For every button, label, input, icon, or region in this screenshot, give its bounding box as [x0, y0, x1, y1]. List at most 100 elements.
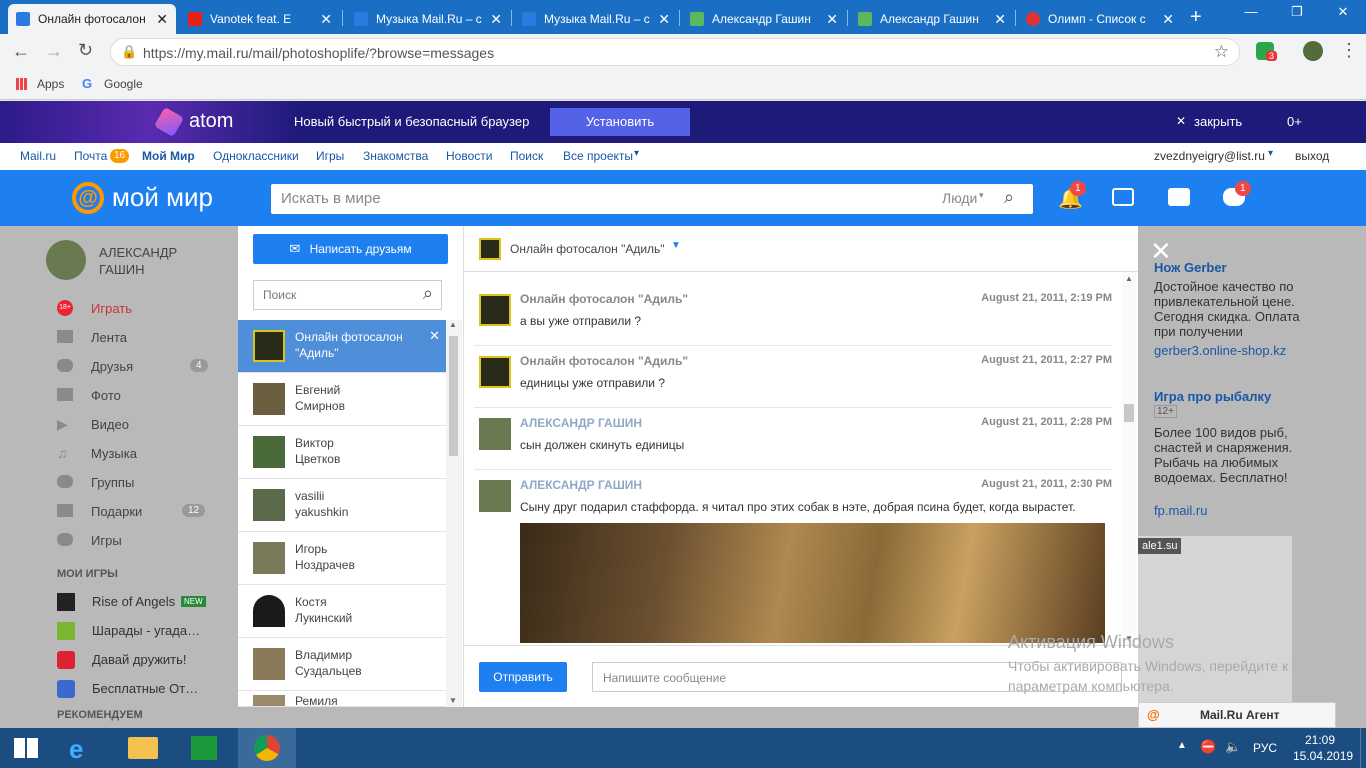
nav-ok[interactable]: Одноклассники — [213, 149, 299, 163]
message-author[interactable]: АЛЕКСАНДР ГАШИН — [520, 478, 642, 492]
window-close-icon[interactable]: ✕ — [1320, 0, 1366, 30]
nav-mailru[interactable]: Mail.ru — [20, 149, 56, 163]
search-scope-select[interactable]: Люди — [942, 190, 977, 206]
nav-news[interactable]: Новости — [446, 149, 492, 163]
message-author[interactable]: Онлайн фотосалон "Адиль" — [520, 354, 688, 368]
volume-icon[interactable]: 🔈 — [1225, 739, 1241, 755]
tray-chevron-icon[interactable]: ▲ — [1177, 740, 1187, 751]
banner-close-icon[interactable]: ✕ — [1176, 114, 1186, 128]
forward-arrow-icon[interactable]: → — [45, 41, 63, 62]
ad-fishing-title[interactable]: Игра про рыбалку — [1154, 389, 1271, 404]
tab-music-2[interactable]: Музыка Mail.Ru – с ✕ — [514, 4, 678, 34]
ad-fishing-link[interactable]: fp.mail.ru — [1154, 503, 1207, 518]
nav-groups[interactable]: Группы — [91, 475, 134, 490]
scroll-up-icon[interactable]: ▲ — [1125, 274, 1133, 283]
tab-online-photosalon[interactable]: Онлайн фотосалон ✕ — [8, 4, 176, 34]
search-input[interactable]: Искать в мире — [281, 190, 381, 207]
contact-item[interactable]: Ремиля — [238, 691, 446, 707]
new-tab-plus-icon[interactable]: + — [1190, 6, 1202, 29]
nav-video[interactable]: Видео — [91, 417, 129, 432]
contact-item[interactable]: vasilii yakushkin — [238, 479, 446, 532]
ad-gerber-link[interactable]: gerber3.online-shop.kz — [1154, 343, 1286, 358]
game-davay-druzhit[interactable]: Давай дружить! — [92, 652, 187, 667]
install-button[interactable]: Установить — [550, 108, 690, 136]
url-bar[interactable]: 🔒 https://my.mail.ru/mail/photoshoplife/… — [110, 38, 1240, 66]
reload-icon[interactable]: ↻ — [78, 40, 93, 61]
tab-vanotek[interactable]: Vanotek feat. E ✕ — [180, 4, 340, 34]
tab-close-icon[interactable]: ✕ — [994, 11, 1006, 28]
nav-photo[interactable]: Фото — [91, 388, 121, 403]
game-rise-of-angels[interactable]: Rise of Angels — [92, 594, 175, 609]
tab-close-icon[interactable]: ✕ — [320, 11, 332, 28]
tab-music-1[interactable]: Музыка Mail.Ru – с ✕ — [346, 4, 510, 34]
user-avatar[interactable] — [46, 240, 86, 280]
windows-start-icon[interactable] — [0, 728, 58, 768]
extension-icon[interactable]: 3 — [1256, 42, 1278, 61]
contact-item[interactable]: Евгений Смирнов — [238, 373, 446, 426]
message-author[interactable]: Онлайн фотосалон "Адиль" — [520, 292, 688, 306]
network-icon[interactable]: ⛔ — [1200, 739, 1216, 755]
game-sharady[interactable]: Шарады - угада… — [92, 623, 200, 638]
nav-music[interactable]: Музыка — [91, 446, 137, 461]
nav-friends[interactable]: Друзья — [91, 359, 133, 374]
world-search[interactable]: Искать в мире Люди ▾ ⌕ — [271, 184, 1033, 214]
messages-icon[interactable] — [1168, 188, 1190, 206]
chrome-taskbar-icon[interactable] — [238, 728, 296, 768]
tab-olimp[interactable]: Олимп - Список с ✕ — [1018, 4, 1182, 34]
mail-agent-bar[interactable]: @ Mail.Ru Агент — [1138, 702, 1336, 728]
back-arrow-icon[interactable]: ← — [12, 41, 30, 62]
scroll-up-icon[interactable]: ▲ — [449, 320, 457, 329]
nav-games[interactable]: Игры — [316, 149, 344, 163]
internet-explorer-icon[interactable]: e — [55, 728, 113, 768]
clock-time[interactable]: 21:09 — [1305, 733, 1335, 747]
moymir-logo-text[interactable]: мой мир — [112, 182, 213, 213]
ad-gerber-title[interactable]: Нож Gerber — [1154, 260, 1227, 275]
nav-mail[interactable]: Почта — [74, 149, 107, 163]
send-button[interactable]: Отправить — [479, 662, 567, 692]
close-icon[interactable]: ✕ — [429, 328, 440, 344]
contact-item[interactable]: Костя Лукинский — [238, 585, 446, 638]
minimize-icon[interactable]: — — [1228, 0, 1274, 30]
tab-close-icon[interactable]: ✕ — [658, 11, 670, 28]
message-author[interactable]: АЛЕКСАНДР ГАШИН — [520, 416, 642, 430]
nav-feed[interactable]: Лента — [91, 330, 127, 345]
clock-date[interactable]: 15.04.2019 — [1293, 749, 1353, 763]
profile-avatar[interactable] — [1303, 41, 1323, 61]
nav-gifts[interactable]: Подарки — [91, 504, 142, 519]
tab-close-icon[interactable]: ✕ — [156, 11, 168, 28]
chat-title[interactable]: Онлайн фотосалон "Адиль" — [510, 242, 665, 256]
nav-search[interactable]: Поиск — [510, 149, 543, 163]
nav-moy-mir[interactable]: Мой Мир — [142, 149, 195, 163]
tab-close-icon[interactable]: ✕ — [1162, 11, 1174, 28]
chat-scrollbar[interactable]: ▲ ▼ — [1122, 272, 1136, 645]
contact-item[interactable]: Онлайн фотосалон "Адиль" ✕ — [238, 320, 446, 373]
tab-close-icon[interactable]: ✕ — [826, 11, 838, 28]
store-icon[interactable] — [175, 728, 233, 768]
show-desktop[interactable] — [1360, 728, 1366, 768]
contact-item[interactable]: Виктор Цветков — [238, 426, 446, 479]
tab-gashin-2[interactable]: Александр Гашин ✕ — [850, 4, 1014, 34]
user-email[interactable]: zvezdnyeigry@list.ru — [1154, 149, 1265, 163]
menu-kebab-icon[interactable]: ⋮ — [1340, 40, 1358, 61]
nav-dating[interactable]: Знакомства — [363, 149, 428, 163]
chat-icon[interactable] — [1112, 188, 1134, 206]
user-name[interactable]: АЛЕКСАНДР ГАШИН — [99, 244, 199, 278]
contact-scrollbar[interactable]: ▲ ▼ — [446, 320, 462, 707]
banner-close-link[interactable]: закрыть — [1194, 114, 1242, 129]
contact-item[interactable]: Владимир Суздальцев — [238, 638, 446, 691]
restore-icon[interactable]: ❐ — [1274, 0, 1320, 30]
contact-search-input[interactable]: Поиск ⌕ — [253, 280, 442, 310]
file-explorer-icon[interactable] — [114, 728, 172, 768]
search-icon[interactable]: ⌕ — [423, 283, 433, 304]
tab-gashin-1[interactable]: Александр Гашин ✕ — [682, 4, 846, 34]
scrollbar-thumb[interactable] — [1124, 404, 1134, 422]
bookmark-apps[interactable]: Apps — [37, 77, 64, 91]
write-friends-button[interactable]: ✉ Написать друзьям — [253, 234, 448, 264]
contact-item[interactable]: Игорь Ноздрачев — [238, 532, 446, 585]
chevron-down-icon[interactable]: ▼ — [671, 240, 681, 251]
scrollbar-thumb[interactable] — [449, 336, 458, 456]
bookmark-google[interactable]: Google — [104, 77, 143, 91]
nav-all-projects[interactable]: Все проекты — [563, 149, 633, 163]
logout-link[interactable]: выход — [1295, 149, 1329, 163]
nav-play[interactable]: Играть — [91, 301, 132, 316]
